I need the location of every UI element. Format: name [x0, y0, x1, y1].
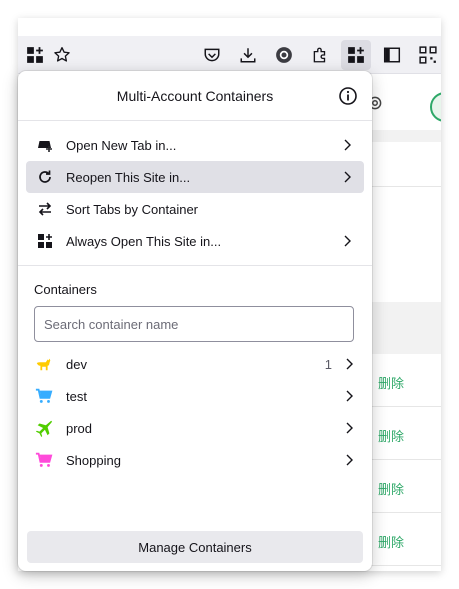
page-divider — [368, 459, 441, 460]
chevron-right-icon — [346, 422, 353, 434]
profile-o-icon — [276, 47, 292, 63]
container-name: dev — [66, 356, 87, 372]
star-icon — [54, 47, 70, 62]
puzzle-icon — [313, 47, 326, 63]
new-tab-icon — [36, 136, 54, 154]
page-divider — [368, 512, 441, 513]
panel-header: Multi-Account Containers — [18, 71, 372, 121]
reopen-icon — [36, 168, 54, 186]
chevron-right-icon — [344, 139, 351, 151]
menu-sort-tabs[interactable]: Sort Tabs by Container — [26, 193, 364, 225]
delete-link[interactable]: 删除 — [378, 426, 404, 445]
sort-icon — [36, 200, 54, 218]
container-name: test — [66, 388, 87, 404]
always-open-icon — [36, 232, 54, 250]
chevron-right-icon — [346, 454, 353, 466]
cart-icon — [34, 450, 54, 470]
panel-title: Multi-Account Containers — [116, 87, 274, 104]
qr-code-icon — [419, 46, 437, 64]
menu-reopen-site[interactable]: Reopen This Site in... — [26, 161, 364, 193]
bookmark-star-button[interactable] — [47, 40, 77, 70]
containers-heading: Containers — [34, 282, 97, 297]
container-name: Shopping — [66, 452, 121, 468]
page-divider — [368, 406, 441, 407]
info-icon — [339, 87, 357, 105]
container-search-input[interactable] — [34, 306, 354, 342]
containers-toolbar-button[interactable] — [341, 40, 371, 70]
container-item-dev[interactable]: dev 1 — [34, 348, 356, 380]
menu-open-new-tab[interactable]: Open New Tab in... — [26, 129, 364, 161]
extensions-button[interactable] — [305, 40, 335, 70]
chevron-right-icon — [346, 358, 353, 370]
menu-item-label: Open New Tab in... — [66, 137, 177, 153]
page-avatar — [430, 92, 441, 122]
chevron-right-icon — [344, 235, 351, 247]
container-list: dev 1 test prod Shopping — [34, 348, 356, 476]
page-band — [368, 130, 441, 142]
downloads-button[interactable] — [233, 40, 263, 70]
grid-plus-icon — [27, 47, 43, 63]
page-band — [368, 302, 441, 354]
container-tab-count: 1 — [324, 356, 332, 372]
containers-popup-panel: Multi-Account Containers Open New Tab in… — [18, 71, 372, 571]
containers-icon — [348, 47, 364, 63]
account-button[interactable] — [269, 40, 299, 70]
download-icon — [240, 48, 256, 63]
container-item-prod[interactable]: prod — [34, 412, 356, 444]
container-item-shopping[interactable]: Shopping — [34, 444, 356, 476]
browser-toolbar — [18, 36, 441, 74]
delete-link[interactable]: 删除 — [378, 532, 404, 551]
sidebar-icon — [383, 47, 401, 63]
pocket-icon — [204, 48, 220, 62]
containers-section: Containers dev 1 test — [18, 266, 372, 476]
delete-link[interactable]: 删除 — [378, 373, 404, 392]
info-button[interactable] — [338, 86, 358, 106]
menu-item-label: Reopen This Site in... — [66, 169, 191, 185]
chevron-right-icon — [346, 390, 353, 402]
dog-icon — [34, 354, 54, 374]
extensions-grid-button[interactable] — [20, 40, 50, 70]
container-item-test[interactable]: test — [34, 380, 356, 412]
page-divider — [368, 186, 441, 187]
menu-item-label: Always Open This Site in... — [66, 233, 222, 249]
menu-item-label: Sort Tabs by Container — [66, 201, 198, 217]
container-name: prod — [66, 420, 93, 436]
panel-menu: Open New Tab in... Reopen This Site in..… — [18, 121, 372, 266]
qr-code-button[interactable] — [413, 40, 441, 70]
airplane-icon — [34, 418, 54, 438]
delete-link[interactable]: 删除 — [378, 479, 404, 498]
menu-always-open[interactable]: Always Open This Site in... — [26, 225, 364, 257]
pocket-button[interactable] — [197, 40, 227, 70]
page-divider — [368, 565, 441, 566]
sidebar-button[interactable] — [377, 40, 407, 70]
cart-icon — [34, 386, 54, 406]
chevron-right-icon — [344, 171, 351, 183]
manage-containers-button[interactable]: Manage Containers — [27, 531, 363, 563]
